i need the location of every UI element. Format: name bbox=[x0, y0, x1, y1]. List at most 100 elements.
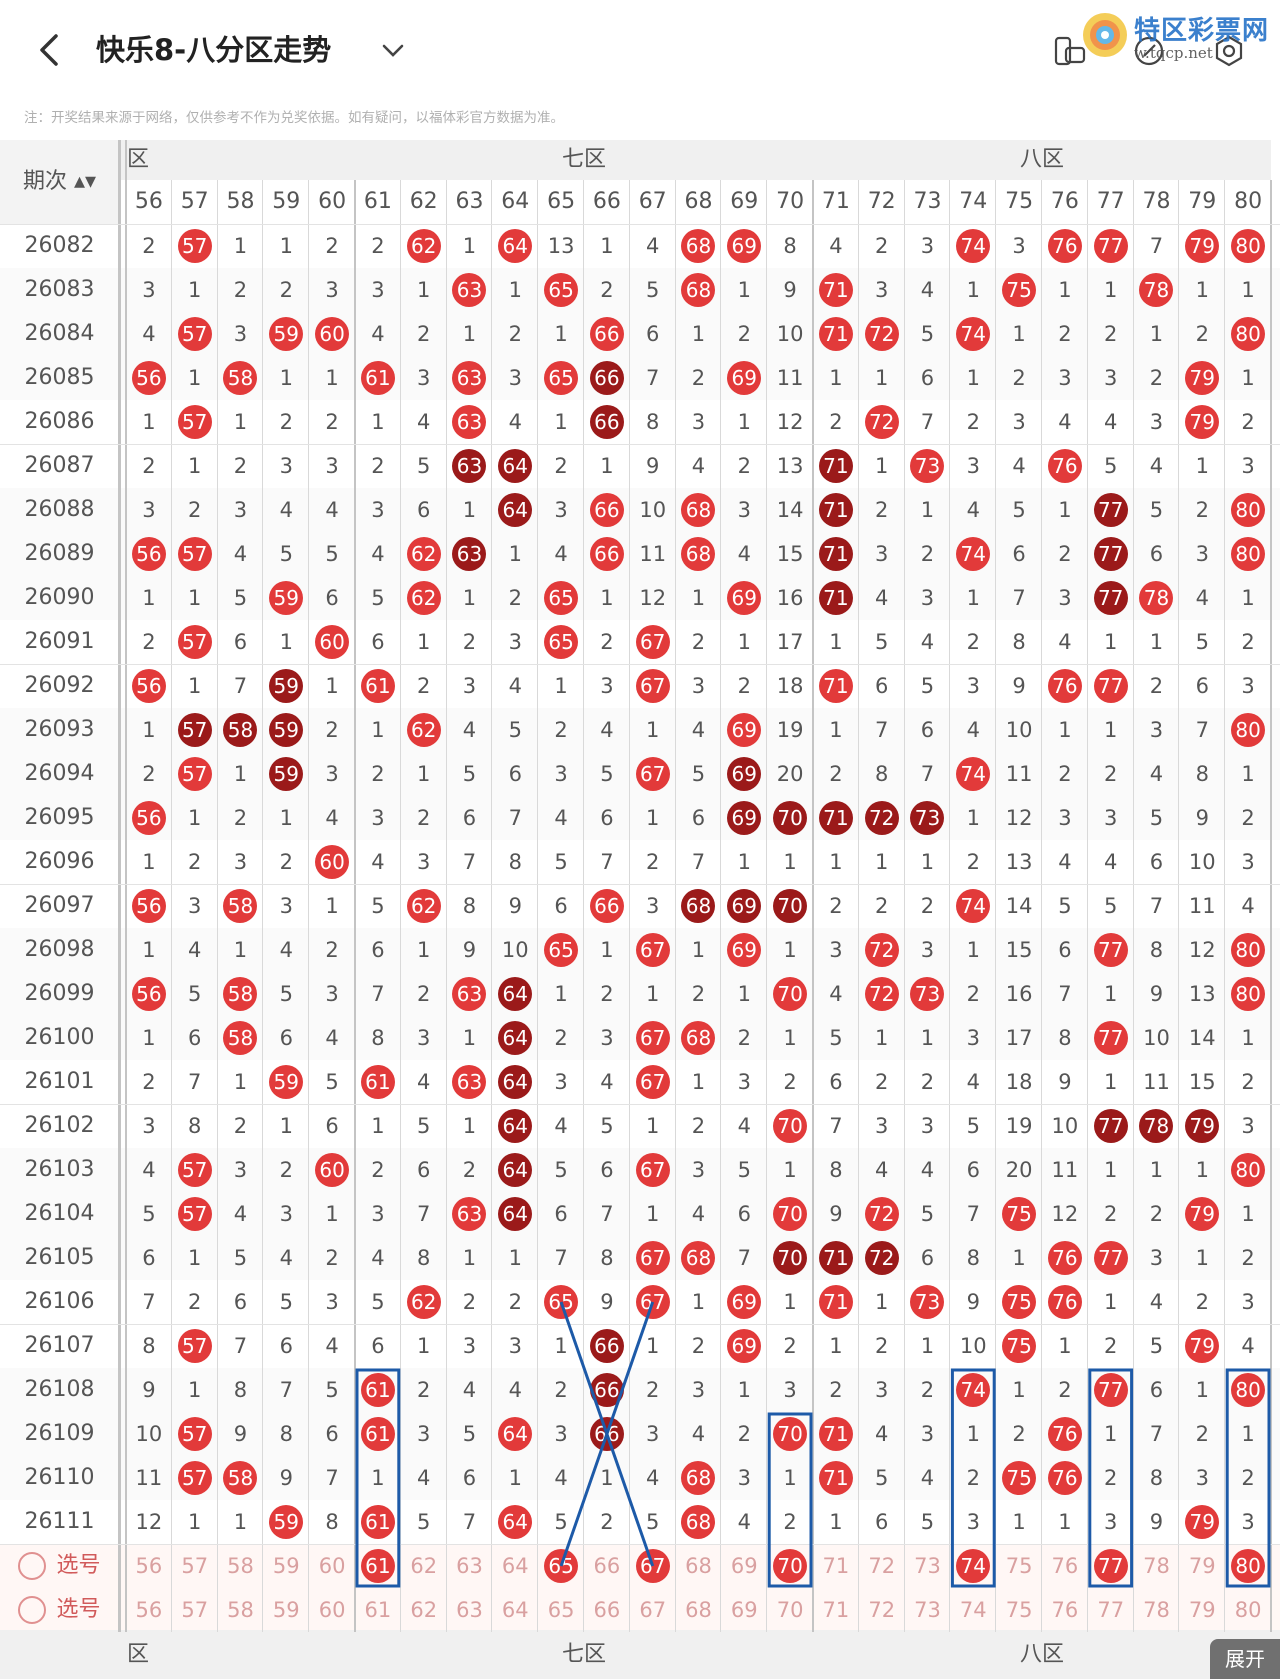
select-cell[interactable]: 79 bbox=[1179, 1544, 1225, 1588]
select-cell[interactable]: 74 bbox=[950, 1588, 996, 1632]
back-arrow-icon[interactable] bbox=[30, 28, 70, 72]
table-cell: 12 bbox=[639, 586, 667, 610]
select-cell[interactable]: 73 bbox=[905, 1588, 951, 1632]
select-cell[interactable]: 74 bbox=[950, 1544, 996, 1588]
picked-ball[interactable]: 80 bbox=[1231, 1549, 1266, 1583]
select-cell[interactable]: 71 bbox=[813, 1544, 859, 1588]
picked-ball[interactable]: 70 bbox=[773, 1549, 808, 1583]
select-cell[interactable]: 56 bbox=[126, 1588, 172, 1632]
table-cell: 1 bbox=[783, 1290, 797, 1314]
period-column-header[interactable]: 期次 ▴▾ bbox=[0, 140, 119, 224]
select-cell[interactable]: 59 bbox=[263, 1544, 309, 1588]
select-cell[interactable]: 68 bbox=[676, 1544, 722, 1588]
table-cell: 7 bbox=[1149, 1422, 1164, 1446]
select-cell[interactable]: 62 bbox=[401, 1544, 447, 1588]
expand-button[interactable]: 展开 bbox=[1210, 1639, 1280, 1679]
select-cell[interactable]: 77 bbox=[1088, 1544, 1134, 1588]
table-cell: 18 bbox=[776, 674, 804, 698]
select-cell[interactable]: 58 bbox=[218, 1544, 264, 1588]
select-cell[interactable]: 72 bbox=[859, 1544, 905, 1588]
select-cell[interactable]: 78 bbox=[1134, 1588, 1180, 1632]
table-cell: 1 bbox=[829, 1510, 843, 1534]
table-cell: 1 bbox=[554, 982, 568, 1006]
select-cell[interactable]: 61 bbox=[355, 1544, 401, 1588]
table-cell: 79 bbox=[1179, 356, 1225, 400]
select-cell[interactable]: 75 bbox=[996, 1588, 1042, 1632]
table-cell: 9 bbox=[1195, 806, 1209, 830]
table-cell: 3 bbox=[279, 454, 293, 478]
select-cell[interactable]: 76 bbox=[1042, 1544, 1088, 1588]
number-ball: 72 bbox=[864, 977, 899, 1011]
select-label[interactable]: 选号 bbox=[0, 1544, 119, 1588]
select-cell[interactable]: 63 bbox=[447, 1544, 493, 1588]
table-cell: 2 bbox=[691, 1334, 706, 1358]
select-cell[interactable]: 66 bbox=[584, 1588, 630, 1632]
select-cell[interactable]: 61 bbox=[355, 1588, 401, 1632]
select-cell[interactable]: 56 bbox=[126, 1544, 172, 1588]
select-cell[interactable]: 67 bbox=[630, 1544, 676, 1588]
select-cell[interactable]: 62 bbox=[401, 1588, 447, 1632]
zone-footer-label: 区 bbox=[119, 1630, 355, 1679]
table-cell: 6 bbox=[737, 1202, 751, 1226]
select-cell[interactable]: 68 bbox=[676, 1588, 722, 1632]
table-cell: 66 bbox=[584, 532, 630, 576]
select-cell[interactable]: 69 bbox=[721, 1544, 767, 1588]
select-cell[interactable]: 73 bbox=[905, 1544, 951, 1588]
select-cell[interactable]: 57 bbox=[172, 1544, 218, 1588]
table-cell: 62 bbox=[401, 576, 447, 620]
select-cell[interactable]: 72 bbox=[859, 1588, 905, 1632]
table-cell: 1 bbox=[875, 454, 889, 478]
select-cell[interactable]: 71 bbox=[813, 1588, 859, 1632]
table-cell: 63 bbox=[447, 532, 493, 576]
select-cell[interactable]: 60 bbox=[309, 1588, 355, 1632]
select-cell[interactable]: 64 bbox=[492, 1544, 538, 1588]
select-cell[interactable]: 65 bbox=[538, 1544, 584, 1588]
select-label[interactable]: 选号 bbox=[0, 1588, 119, 1632]
picked-ball[interactable]: 67 bbox=[635, 1549, 670, 1583]
select-cell[interactable]: 79 bbox=[1179, 1588, 1225, 1632]
table-cell: 5 bbox=[1149, 1334, 1164, 1358]
select-radio-icon[interactable] bbox=[18, 1552, 47, 1580]
select-cell[interactable]: 58 bbox=[218, 1588, 264, 1632]
screen-rotate-icon[interactable] bbox=[1052, 34, 1086, 68]
select-cell[interactable]: 75 bbox=[996, 1544, 1042, 1588]
table-cell: 8 bbox=[508, 850, 522, 874]
table-cell: 2 bbox=[279, 410, 293, 434]
select-cell[interactable]: 78 bbox=[1134, 1544, 1180, 1588]
number-ball: 57 bbox=[177, 1417, 212, 1451]
table-cell: 4 bbox=[600, 718, 614, 742]
column-header: 57 bbox=[171, 180, 218, 224]
select-cell[interactable]: 69 bbox=[721, 1588, 767, 1632]
picked-ball[interactable]: 61 bbox=[360, 1549, 395, 1583]
table-cell: 1 bbox=[279, 1114, 293, 1138]
table-cell: 4 bbox=[966, 718, 980, 742]
picked-ball[interactable]: 65 bbox=[544, 1549, 579, 1583]
select-cell[interactable]: 77 bbox=[1088, 1588, 1134, 1632]
picked-ball[interactable]: 74 bbox=[956, 1549, 991, 1583]
settings-gear-icon[interactable] bbox=[1212, 34, 1246, 68]
select-cell[interactable]: 70 bbox=[767, 1588, 813, 1632]
select-cell[interactable]: 59 bbox=[263, 1588, 309, 1632]
table-cell: 1 bbox=[371, 1466, 385, 1490]
select-cell[interactable]: 63 bbox=[447, 1588, 493, 1632]
table-cell: 1 bbox=[1195, 278, 1209, 302]
table-cell: 2 bbox=[1241, 630, 1255, 654]
select-cell[interactable]: 66 bbox=[584, 1544, 630, 1588]
select-cell[interactable]: 80 bbox=[1225, 1544, 1271, 1588]
select-radio-icon[interactable] bbox=[18, 1596, 47, 1624]
edit-icon[interactable] bbox=[1132, 34, 1166, 68]
select-cell[interactable]: 60 bbox=[309, 1544, 355, 1588]
select-cell[interactable]: 57 bbox=[172, 1588, 218, 1632]
select-cell[interactable]: 67 bbox=[630, 1588, 676, 1632]
table-cell: 3 bbox=[920, 586, 935, 610]
picked-ball[interactable]: 77 bbox=[1093, 1549, 1128, 1583]
select-cell[interactable]: 65 bbox=[538, 1588, 584, 1632]
table-cell: 76 bbox=[1042, 444, 1088, 488]
chevron-down-icon[interactable] bbox=[378, 36, 408, 64]
select-cell[interactable]: 64 bbox=[492, 1588, 538, 1632]
period-number: 26088 bbox=[24, 497, 95, 522]
select-cell[interactable]: 70 bbox=[767, 1544, 813, 1588]
select-cell[interactable]: 76 bbox=[1042, 1588, 1088, 1632]
select-cell[interactable]: 80 bbox=[1225, 1588, 1271, 1632]
number-ball: 59 bbox=[269, 1065, 304, 1099]
